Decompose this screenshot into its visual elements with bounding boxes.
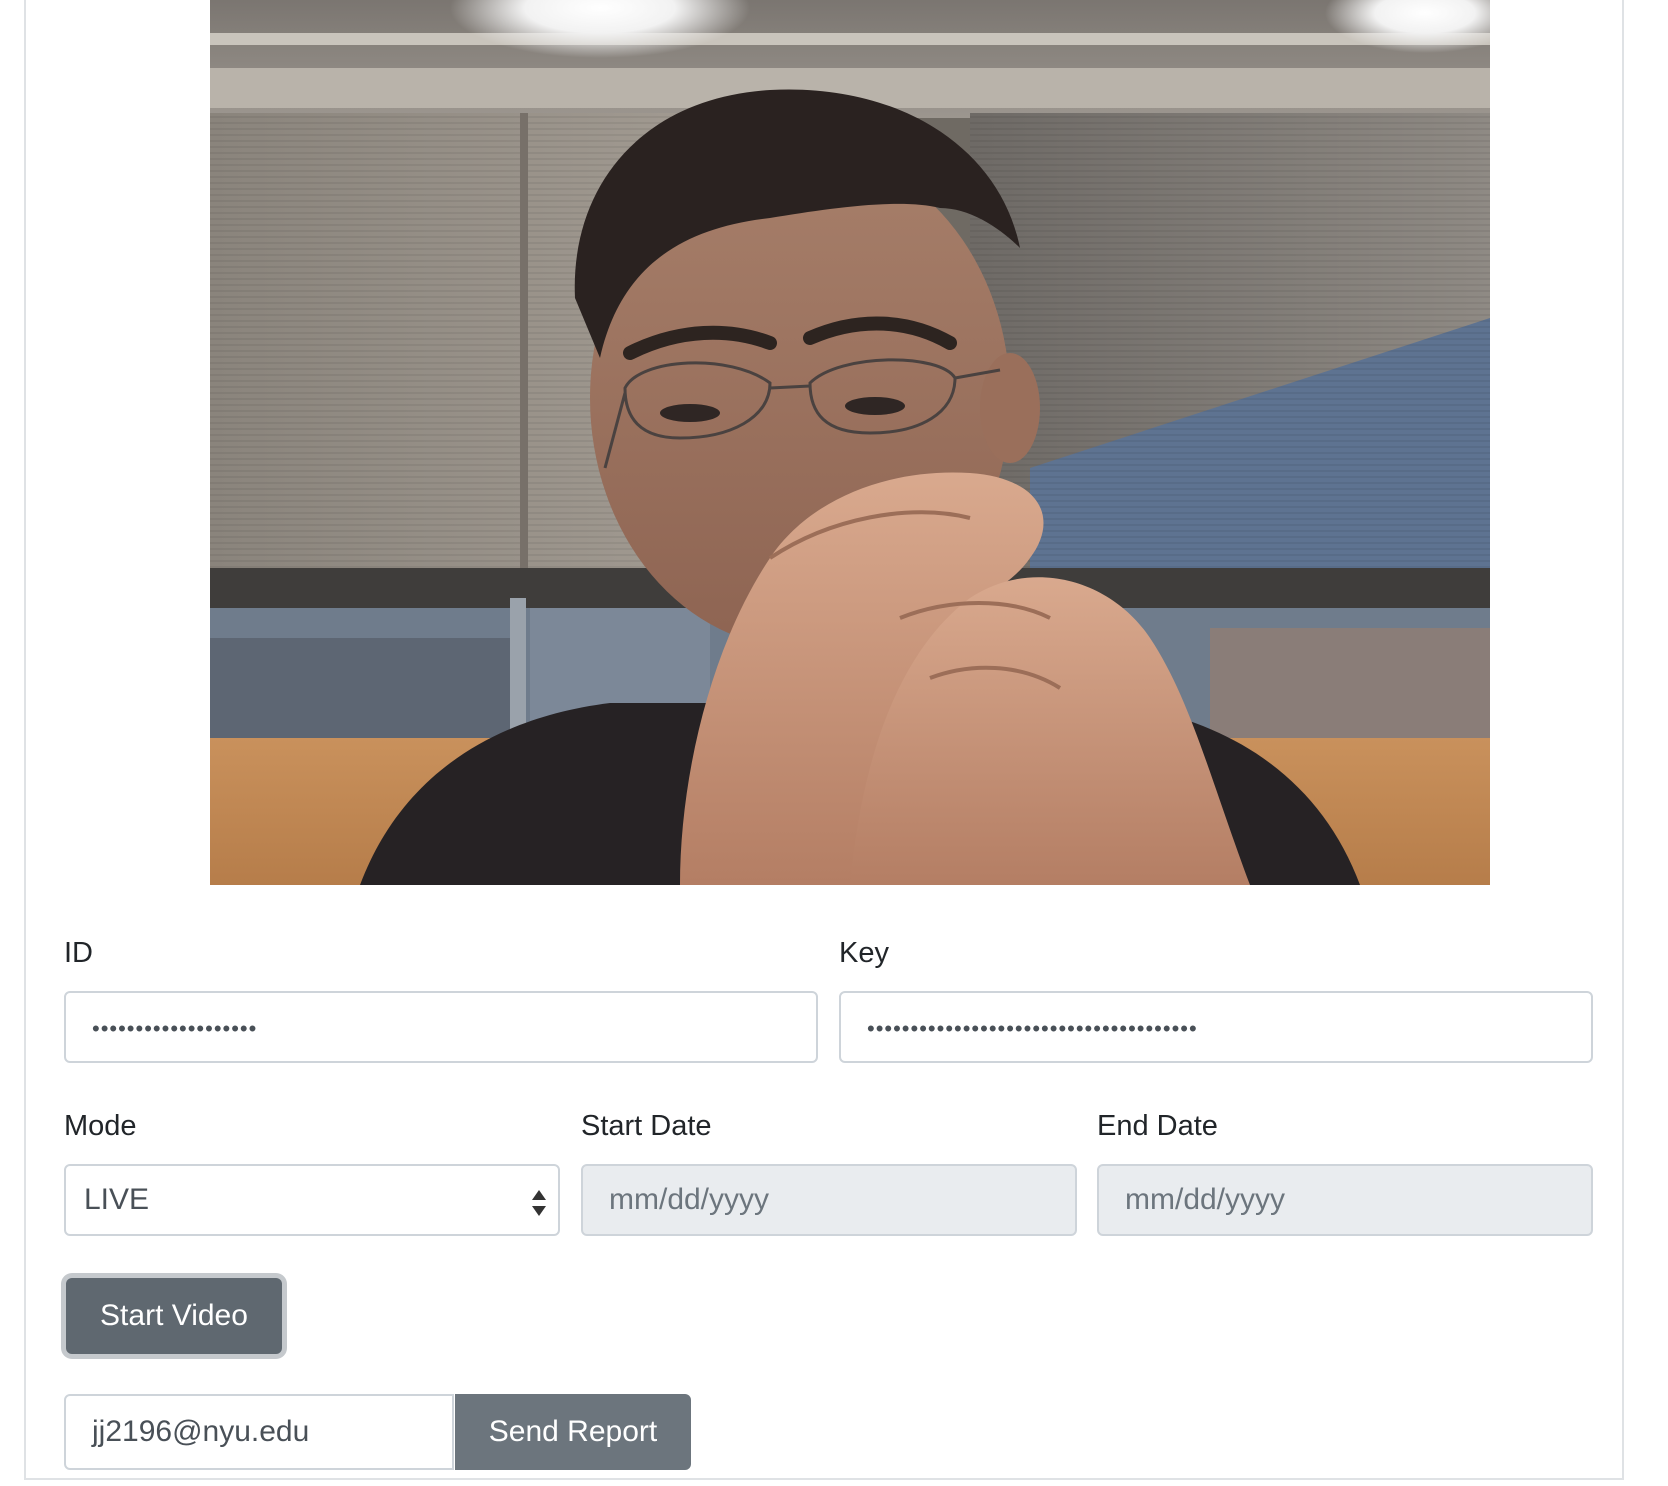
video-feed	[210, 0, 1490, 885]
end-date-label: End Date	[1097, 1110, 1218, 1142]
id-input-value: •••••••••••••••••••	[92, 1016, 258, 1041]
start-date-label: Start Date	[581, 1110, 712, 1142]
end-date-placeholder: mm/dd/yyyy	[1125, 1183, 1286, 1216]
main-card: ID ••••••••••••••••••• Key •••••••••••••…	[24, 0, 1624, 1480]
key-input-value: ••••••••••••••••••••••••••••••••••••••	[867, 1016, 1198, 1041]
key-input[interactable]: ••••••••••••••••••••••••••••••••••••••	[839, 991, 1593, 1063]
email-input[interactable]: jj2196@nyu.edu	[64, 1394, 454, 1470]
select-arrows-icon	[532, 1190, 546, 1216]
id-label: ID	[64, 937, 93, 969]
end-date-input[interactable]: mm/dd/yyyy	[1097, 1164, 1593, 1236]
key-label: Key	[839, 937, 889, 969]
start-date-input[interactable]: mm/dd/yyyy	[581, 1164, 1077, 1236]
start-date-placeholder: mm/dd/yyyy	[609, 1183, 770, 1216]
email-input-value: jj2196@nyu.edu	[92, 1415, 310, 1448]
mode-select[interactable]: LIVE	[64, 1164, 560, 1236]
send-report-button[interactable]: Send Report	[455, 1394, 691, 1470]
webcam-image	[210, 0, 1490, 885]
mode-select-value: LIVE	[84, 1183, 150, 1216]
start-video-button[interactable]: Start Video	[66, 1278, 282, 1354]
id-input[interactable]: •••••••••••••••••••	[64, 991, 818, 1063]
mode-label: Mode	[64, 1110, 137, 1142]
